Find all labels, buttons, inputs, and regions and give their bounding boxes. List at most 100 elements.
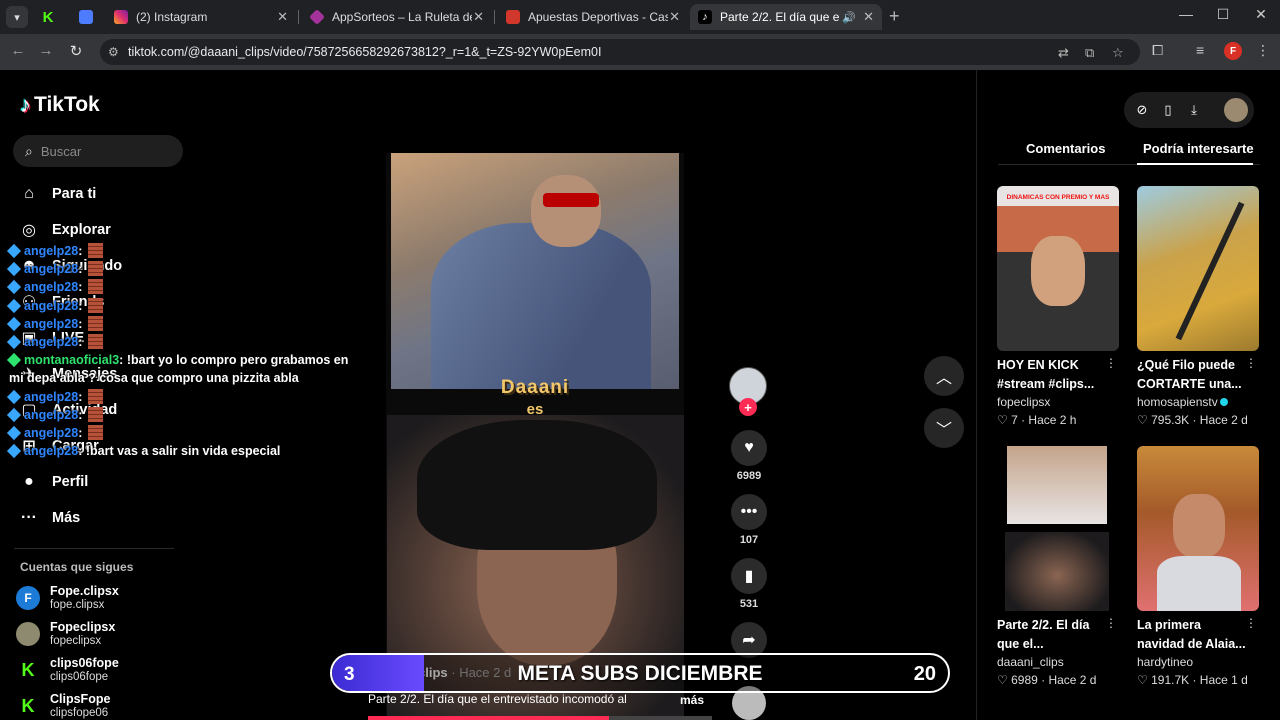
close-tab-icon[interactable]: ✕ [473, 9, 484, 25]
panel-divider [976, 70, 977, 720]
pinned-tab-app[interactable] [72, 5, 100, 29]
video-player[interactable]: Daaani es [386, 153, 684, 720]
user-avatar[interactable] [1224, 98, 1248, 122]
browser-menu-icon[interactable]: ⋮ [1256, 42, 1270, 59]
minimize-icon[interactable]: — [1175, 6, 1197, 22]
card-author[interactable]: fopeclipsx [997, 394, 1121, 411]
translate-icon[interactable]: ⇄ [1058, 45, 1069, 61]
nav-for-you[interactable]: ⌂ Para ti [18, 182, 96, 206]
card-author[interactable]: homosapienstv [1137, 395, 1218, 409]
followed-account[interactable]: K ClipsFope clipsfope06 [16, 690, 110, 720]
nav-more[interactable]: ··· Más [18, 506, 80, 530]
download-icon[interactable]: ⤓ [1186, 102, 1202, 118]
nav-label: Explorar [52, 222, 111, 238]
more-options-icon[interactable]: ⋮ [1245, 356, 1257, 370]
tab-might-interest[interactable]: Podría interesarte [1143, 141, 1254, 156]
chat-message: angelp28: [6, 260, 354, 278]
account-handle: clipsfope06 [50, 707, 109, 719]
video-thumbnail[interactable] [1137, 186, 1259, 351]
more-options-icon[interactable]: ⋮ [1105, 356, 1117, 370]
speaker-icon[interactable]: 🔊 [842, 11, 856, 24]
account-name: Fope.clipsx [50, 584, 119, 598]
profile-avatar[interactable]: F [1224, 42, 1242, 60]
nav-explore[interactable]: ◎ Explorar [18, 218, 111, 242]
address-bar[interactable]: ⚙ tiktok.com/@daaani_clips/video/7587256… [100, 39, 1140, 65]
tab-instagram[interactable]: (2) Instagram ✕ [106, 4, 296, 30]
followed-account[interactable]: Fopeclipsx fopeclipsx [16, 618, 115, 650]
like-action[interactable]: ♥ 6989 [730, 430, 768, 482]
more-link[interactable]: más [680, 693, 704, 707]
comment-action[interactable]: ••• 107 [730, 494, 768, 546]
tab-appsorteos[interactable]: AppSorteos – La Ruleta de la Suerte ✕ [302, 4, 492, 30]
recommended-video-card[interactable]: DINAMICAS CON PREMIO Y MAS HOY EN KICK #… [997, 186, 1121, 429]
tab-separator [298, 10, 299, 24]
back-arrow-icon[interactable]: ← [8, 42, 28, 59]
previous-video-button[interactable]: ︿ [924, 356, 964, 396]
avatar: F [16, 586, 40, 610]
new-tab-button[interactable]: + [889, 6, 900, 27]
card-title: ¿Qué Filo puede CORTARTE una... [1137, 358, 1242, 391]
card-author-row[interactable]: homosapienstv [1137, 394, 1261, 411]
chat-message: angelp28: [6, 278, 354, 296]
video-progress-bar[interactable] [368, 716, 712, 720]
logo-text: TikTok [34, 93, 100, 116]
compass-icon[interactable]: ⊘ [1134, 102, 1150, 118]
more-options-icon[interactable]: ⋮ [1245, 616, 1257, 630]
follow-plus-icon[interactable]: + [739, 398, 757, 416]
followed-account[interactable]: K clips06fope clips06fope [16, 654, 119, 686]
tab-tiktok-active[interactable]: ♪ Parte 2/2. El día que el entrevistado … [690, 4, 882, 30]
chat-message: angelp28: [6, 406, 354, 424]
video-thumbnail[interactable]: DINAMICAS CON PREMIO Y MAS [997, 186, 1119, 351]
video-thumbnail[interactable] [997, 446, 1119, 611]
close-tab-icon[interactable]: ✕ [669, 9, 680, 25]
video-thumbnail[interactable] [1137, 446, 1259, 611]
maximize-icon[interactable]: ☐ [1212, 6, 1234, 23]
thumbnail-shape [1175, 201, 1245, 341]
heart-icon[interactable]: ♥ [731, 430, 767, 466]
bookmark-icon[interactable]: ▮ [731, 558, 767, 594]
chat-badge-icon [6, 298, 22, 313]
chat-badge-icon [6, 407, 22, 422]
followed-account[interactable]: F Fope.clipsx fope.clipsx [16, 582, 119, 614]
recommended-video-card[interactable]: ¿Qué Filo puede CORTARTE una... ⋮ homosa… [1137, 186, 1261, 429]
pinned-tab-kick[interactable]: K [34, 5, 62, 29]
thumbnail-shape [1031, 236, 1085, 306]
brick-emote-icon [87, 334, 103, 350]
install-app-icon[interactable]: ⧉ [1085, 45, 1094, 61]
reload-icon[interactable]: ↻ [66, 42, 86, 60]
account-handle: fope.clipsx [50, 599, 105, 611]
close-tab-icon[interactable]: ✕ [277, 9, 288, 25]
search-input[interactable] [40, 143, 161, 159]
save-action[interactable]: ▮ 531 [730, 558, 768, 610]
card-author[interactable]: hardytineo [1137, 654, 1261, 671]
tab-comments[interactable]: Comentarios [1026, 141, 1105, 156]
more-options-icon[interactable]: ⋮ [1105, 616, 1117, 630]
subs-goal-label: META SUBS DICIEMBRE [517, 662, 763, 685]
bookmark-star-icon[interactable]: ☆ [1112, 45, 1124, 61]
comment-icon[interactable]: ••• [731, 494, 767, 530]
extensions-icon[interactable]: ⧠ [1152, 42, 1163, 59]
site-info-icon[interactable]: ⚙ [108, 45, 119, 59]
thumbnail-shape [1007, 446, 1107, 524]
nav-profile[interactable]: ● Perfil [18, 470, 88, 494]
phone-icon[interactable]: ▯ [1160, 102, 1176, 118]
media-controls-icon[interactable]: ≡ [1196, 42, 1204, 58]
recommended-video-card[interactable]: La primera navidad de Alaia... ⋮ hardyti… [1137, 446, 1261, 689]
video-overlay-text: Daaani [500, 377, 570, 398]
card-author[interactable]: daaani_clips [997, 654, 1121, 671]
nav-label: Para ti [52, 186, 97, 202]
close-window-icon[interactable]: ✕ [1250, 6, 1272, 23]
tiktok-logo[interactable]: ♪ TikTok [20, 92, 100, 118]
chat-username: angelp28 [24, 316, 79, 331]
subs-current: 3 [344, 664, 355, 685]
thumbnail-caption: DINAMICAS CON PREMIO Y MAS [1006, 194, 1110, 201]
betting-site-icon [506, 10, 520, 24]
tab-search-button[interactable]: ▾ [6, 6, 28, 28]
next-video-button[interactable]: ﹀ [924, 408, 964, 448]
close-tab-icon[interactable]: ✕ [863, 9, 874, 25]
recommended-video-card[interactable]: Parte 2/2. El día que el... ⋮ daaani_cli… [997, 446, 1121, 689]
search-box[interactable]: ⌕ [13, 135, 183, 167]
tab-apuestas[interactable]: Apuestas Deportivas - Casa de ✕ [498, 4, 688, 30]
forward-arrow-icon[interactable]: → [36, 42, 56, 59]
account-name: ClipsFope [50, 692, 111, 706]
